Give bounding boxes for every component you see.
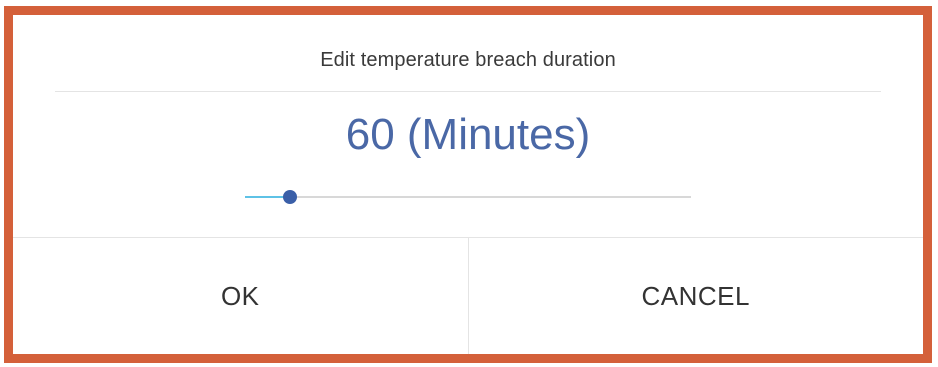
cancel-button[interactable]: CANCEL <box>469 238 924 354</box>
highlight-frame: Edit temperature breach duration 60 (Min… <box>4 6 932 363</box>
edit-duration-dialog: Edit temperature breach duration 60 (Min… <box>13 15 923 354</box>
slider-thumb[interactable] <box>282 190 297 204</box>
duration-value-display: 60 (Minutes) <box>345 110 591 159</box>
duration-slider[interactable] <box>245 187 691 207</box>
title-divider <box>55 91 881 92</box>
ok-button[interactable]: OK <box>13 238 468 354</box>
slider-track[interactable] <box>245 196 691 198</box>
dialog-title: Edit temperature breach duration <box>320 49 616 71</box>
dialog-button-row: OK CANCEL <box>13 237 923 354</box>
